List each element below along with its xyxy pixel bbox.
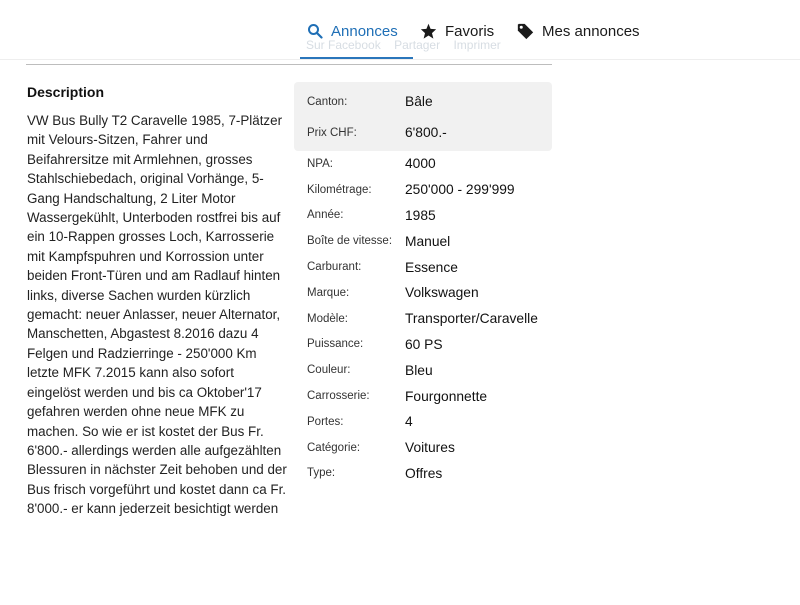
detail-label: Puissance: — [307, 338, 364, 351]
tab-mes-annonces[interactable]: Mes annonces — [517, 20, 640, 42]
detail-row-price: Prix CHF: 6'800.- — [294, 117, 552, 148]
star-icon — [420, 23, 437, 39]
detail-label: Portes: — [307, 415, 344, 428]
detail-value: Voitures — [405, 440, 455, 456]
detail-label: Catégorie: — [307, 441, 361, 454]
detail-label: Carburant: — [307, 261, 362, 274]
detail-row-carburant: Carburant: Essence — [294, 254, 552, 280]
top-navigation: Sur Facebook Partager Imprimer Annonces … — [0, 0, 800, 60]
detail-row-modele: Modèle: Transporter/Caravelle — [294, 306, 552, 332]
tab-label: Favoris — [445, 22, 495, 40]
detail-value: Bleu — [405, 362, 433, 378]
tag-icon — [517, 23, 534, 40]
detail-value: Essence — [405, 259, 458, 275]
detail-row-annee: Année: 1985 — [294, 203, 552, 229]
detail-row-couleur: Couleur: Bleu — [294, 357, 552, 383]
detail-value: Bâle — [405, 94, 433, 109]
detail-value: 60 PS — [405, 336, 443, 352]
tab-label: Annonces — [331, 22, 398, 40]
listing-page: Sur Facebook Partager Imprimer Annonces … — [0, 0, 800, 605]
detail-row-categorie: Catégorie: Voitures — [294, 435, 552, 461]
detail-label: NPA: — [307, 157, 333, 170]
detail-label: Type: — [307, 467, 336, 480]
detail-label: Année: — [307, 209, 344, 222]
detail-row-carrosserie: Carrosserie: Fourgonnette — [294, 383, 552, 409]
detail-label: Carrosserie: — [307, 390, 370, 403]
detail-label: Marque: — [307, 286, 350, 299]
detail-row-marque: Marque: Volkswagen — [294, 280, 552, 306]
detail-row-boite: Boîte de vitesse: Manuel — [294, 228, 552, 254]
search-icon — [307, 23, 323, 39]
highlighted-details: Canton: Bâle Prix CHF: 6'800.- — [294, 82, 552, 151]
detail-value: 6'800.- — [405, 125, 447, 140]
detail-value: Volkswagen — [405, 285, 479, 301]
detail-row-npa: NPA: 4000 — [294, 151, 552, 177]
details-table: Canton: Bâle Prix CHF: 6'800.- NPA: 4000 … — [294, 82, 552, 486]
detail-label: Boîte de vitesse: — [307, 235, 393, 248]
detail-value: Offres — [405, 465, 443, 481]
detail-value: 4 — [405, 414, 413, 430]
description-heading: Description — [27, 84, 105, 100]
divider — [26, 64, 552, 65]
detail-value: Manuel — [405, 233, 451, 249]
detail-label: Canton: — [307, 95, 348, 108]
detail-label: Couleur: — [307, 364, 351, 377]
detail-value: 250'000 - 299'999 — [405, 182, 515, 198]
detail-value: Transporter/Caravelle — [405, 311, 538, 327]
tab-favoris[interactable]: Favoris — [420, 20, 494, 42]
tab-label: Mes annonces — [542, 22, 640, 40]
detail-row-type: Type: Offres — [294, 461, 552, 487]
detail-row-canton: Canton: Bâle — [294, 86, 552, 117]
detail-value: Fourgonnette — [405, 388, 488, 404]
detail-row-kilometrage: Kilométrage: 250'000 - 299'999 — [294, 177, 552, 203]
detail-row-puissance: Puissance: 60 PS — [294, 332, 552, 358]
detail-row-portes: Portes: 4 — [294, 409, 552, 435]
detail-label: Kilométrage: — [307, 183, 372, 196]
detail-rows: NPA: 4000 Kilométrage: 250'000 - 299'999 A… — [294, 151, 552, 486]
detail-label: Modèle: — [307, 312, 348, 325]
description-text: VW Bus Bully T2 Caravelle 1985, 7-Plätze… — [27, 113, 287, 517]
tab-annonces[interactable]: Annonces — [307, 20, 398, 42]
detail-label: Prix CHF: — [307, 126, 357, 139]
detail-value: 4000 — [405, 156, 436, 172]
active-tab-indicator — [300, 57, 413, 59]
detail-value: 1985 — [405, 207, 436, 223]
